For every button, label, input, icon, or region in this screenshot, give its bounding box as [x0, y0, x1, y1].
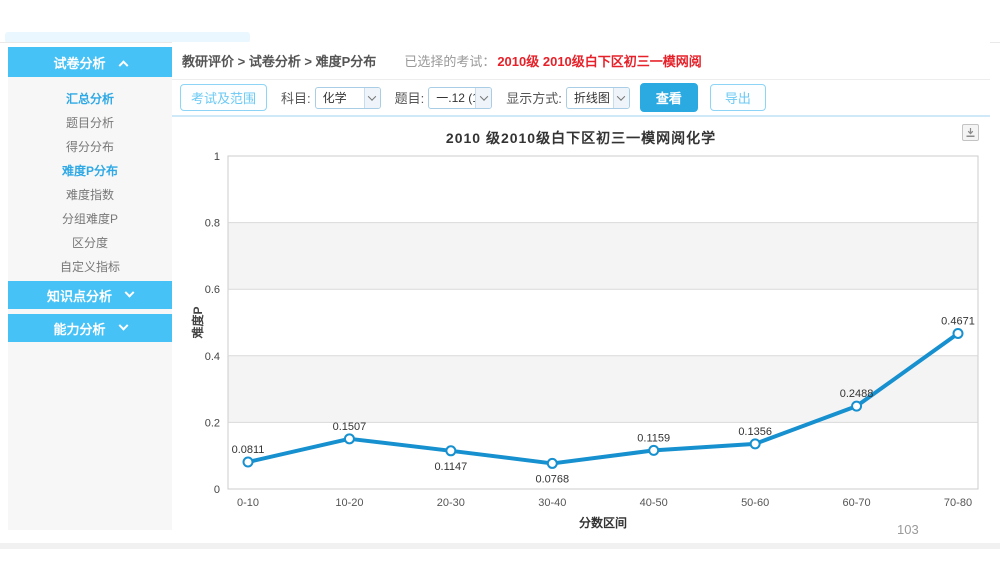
selected-exam-label: 已选择的考试： [404, 51, 495, 70]
chart-title: 2010 级2010级白下区初三一模网阅化学 [172, 128, 990, 148]
download-icon [965, 127, 976, 138]
breadcrumb-bar: 教研评价 > 试卷分析 > 难度P分布 已选择的考试： 2010级 2010级白… [172, 42, 990, 80]
sidebar-item-summary-analysis[interactable]: 汇总分析 [8, 87, 172, 111]
sidebar-section-label: 试卷分析 [53, 53, 105, 72]
chevron-down-icon [364, 87, 380, 109]
chevron-down-icon [613, 87, 629, 109]
sidebar-item-custom-indicator[interactable]: 自定义指标 [8, 255, 172, 279]
svg-text:0.1159: 0.1159 [637, 432, 670, 444]
svg-text:0.0768: 0.0768 [535, 473, 569, 485]
sidebar: 试卷分析 汇总分析 题目分析 得分分布 难度P分布 难度指数 分组难度P 区分度… [8, 47, 172, 530]
exam-scope-button[interactable]: 考试及范围 [180, 84, 267, 111]
sidebar-section-label: 知识点分析 [47, 286, 112, 305]
svg-text:0.4: 0.4 [205, 351, 220, 363]
svg-text:50-60: 50-60 [741, 497, 769, 509]
sidebar-section-label: 能力分析 [53, 319, 105, 338]
sidebar-item-difficulty-p-distribution[interactable]: 难度P分布 [8, 159, 172, 183]
svg-text:0-10: 0-10 [237, 497, 259, 509]
svg-text:0.1147: 0.1147 [434, 461, 467, 473]
chevron-down-icon [475, 87, 491, 109]
svg-text:40-50: 40-50 [640, 497, 668, 509]
sidebar-section-ability-analysis[interactable]: 能力分析 [8, 314, 172, 342]
bottom-strip [0, 543, 1000, 549]
svg-text:0.2488: 0.2488 [840, 388, 874, 400]
chart-area: 0 0.2 0.4 0.6 0.8 1 难度P 0-10 10-20 20-30 30-40 40-5… [172, 117, 990, 543]
svg-text:60-70: 60-70 [843, 497, 871, 509]
chevron-down-icon [118, 320, 128, 330]
download-chart-button[interactable] [962, 124, 979, 141]
toolbar: 考试及范围 科目: 化学 题目: 一.12 (1 显示方式: 折线图 查看 导出 [172, 80, 990, 117]
line-chart: 0 0.2 0.4 0.6 0.8 1 难度P 0-10 10-20 20-30 30-40 40-5… [172, 117, 990, 537]
svg-text:10-20: 10-20 [335, 497, 363, 509]
sidebar-item-difficulty-index[interactable]: 难度指数 [8, 183, 172, 207]
main-panel: 教研评价 > 试卷分析 > 难度P分布 已选择的考试： 2010级 2010级白… [172, 42, 990, 545]
breadcrumb: 教研评价 > 试卷分析 > 难度P分布 [182, 51, 376, 70]
svg-text:0: 0 [214, 484, 220, 496]
svg-text:0.0811: 0.0811 [232, 444, 265, 456]
sidebar-item-score-distribution[interactable]: 得分分布 [8, 135, 172, 159]
question-label: 题目: [395, 88, 425, 107]
display-mode-select[interactable]: 折线图 [566, 87, 630, 109]
selected-exam-value: 2010级 2010级白下区初三一模网阅 [497, 51, 701, 70]
svg-text:30-40: 30-40 [538, 497, 566, 509]
chevron-down-icon [125, 287, 135, 297]
export-button[interactable]: 导出 [710, 84, 766, 111]
chevron-up-icon [118, 60, 128, 70]
subject-select[interactable]: 化学 [315, 87, 381, 109]
display-mode-label: 显示方式: [506, 88, 562, 107]
view-button[interactable]: 查看 [640, 83, 698, 112]
sidebar-section-exam-analysis[interactable]: 试卷分析 [8, 47, 172, 77]
subject-select-value: 化学 [316, 89, 364, 106]
sidebar-menu: 汇总分析 题目分析 得分分布 难度P分布 难度指数 分组难度P 区分度 自定义指… [8, 77, 172, 279]
subject-label: 科目: [281, 88, 311, 107]
sidebar-item-discrimination[interactable]: 区分度 [8, 231, 172, 255]
svg-text:0.1507: 0.1507 [333, 421, 367, 433]
svg-text:1: 1 [214, 151, 220, 163]
svg-text:0.2: 0.2 [205, 417, 220, 429]
display-mode-select-value: 折线图 [567, 89, 613, 106]
sidebar-item-group-difficulty-p[interactable]: 分组难度P [8, 207, 172, 231]
svg-text:0.4671: 0.4671 [941, 315, 975, 327]
svg-text:分数区间: 分数区间 [579, 515, 627, 530]
page-number: 103 [897, 522, 919, 537]
svg-text:70-80: 70-80 [944, 497, 972, 509]
svg-text:0.8: 0.8 [205, 218, 220, 230]
svg-text:0.1356: 0.1356 [738, 426, 772, 438]
svg-text:20-30: 20-30 [437, 497, 465, 509]
app-window: 试卷分析 汇总分析 题目分析 得分分布 难度P分布 难度指数 分组难度P 区分度… [0, 0, 1000, 562]
svg-text:难度P: 难度P [190, 306, 205, 339]
question-select-value: 一.12 (1 [429, 89, 475, 106]
svg-text:0.6: 0.6 [205, 284, 220, 296]
sidebar-section-knowledge-analysis[interactable]: 知识点分析 [8, 281, 172, 309]
question-select[interactable]: 一.12 (1 [428, 87, 492, 109]
sidebar-item-question-analysis[interactable]: 题目分析 [8, 111, 172, 135]
